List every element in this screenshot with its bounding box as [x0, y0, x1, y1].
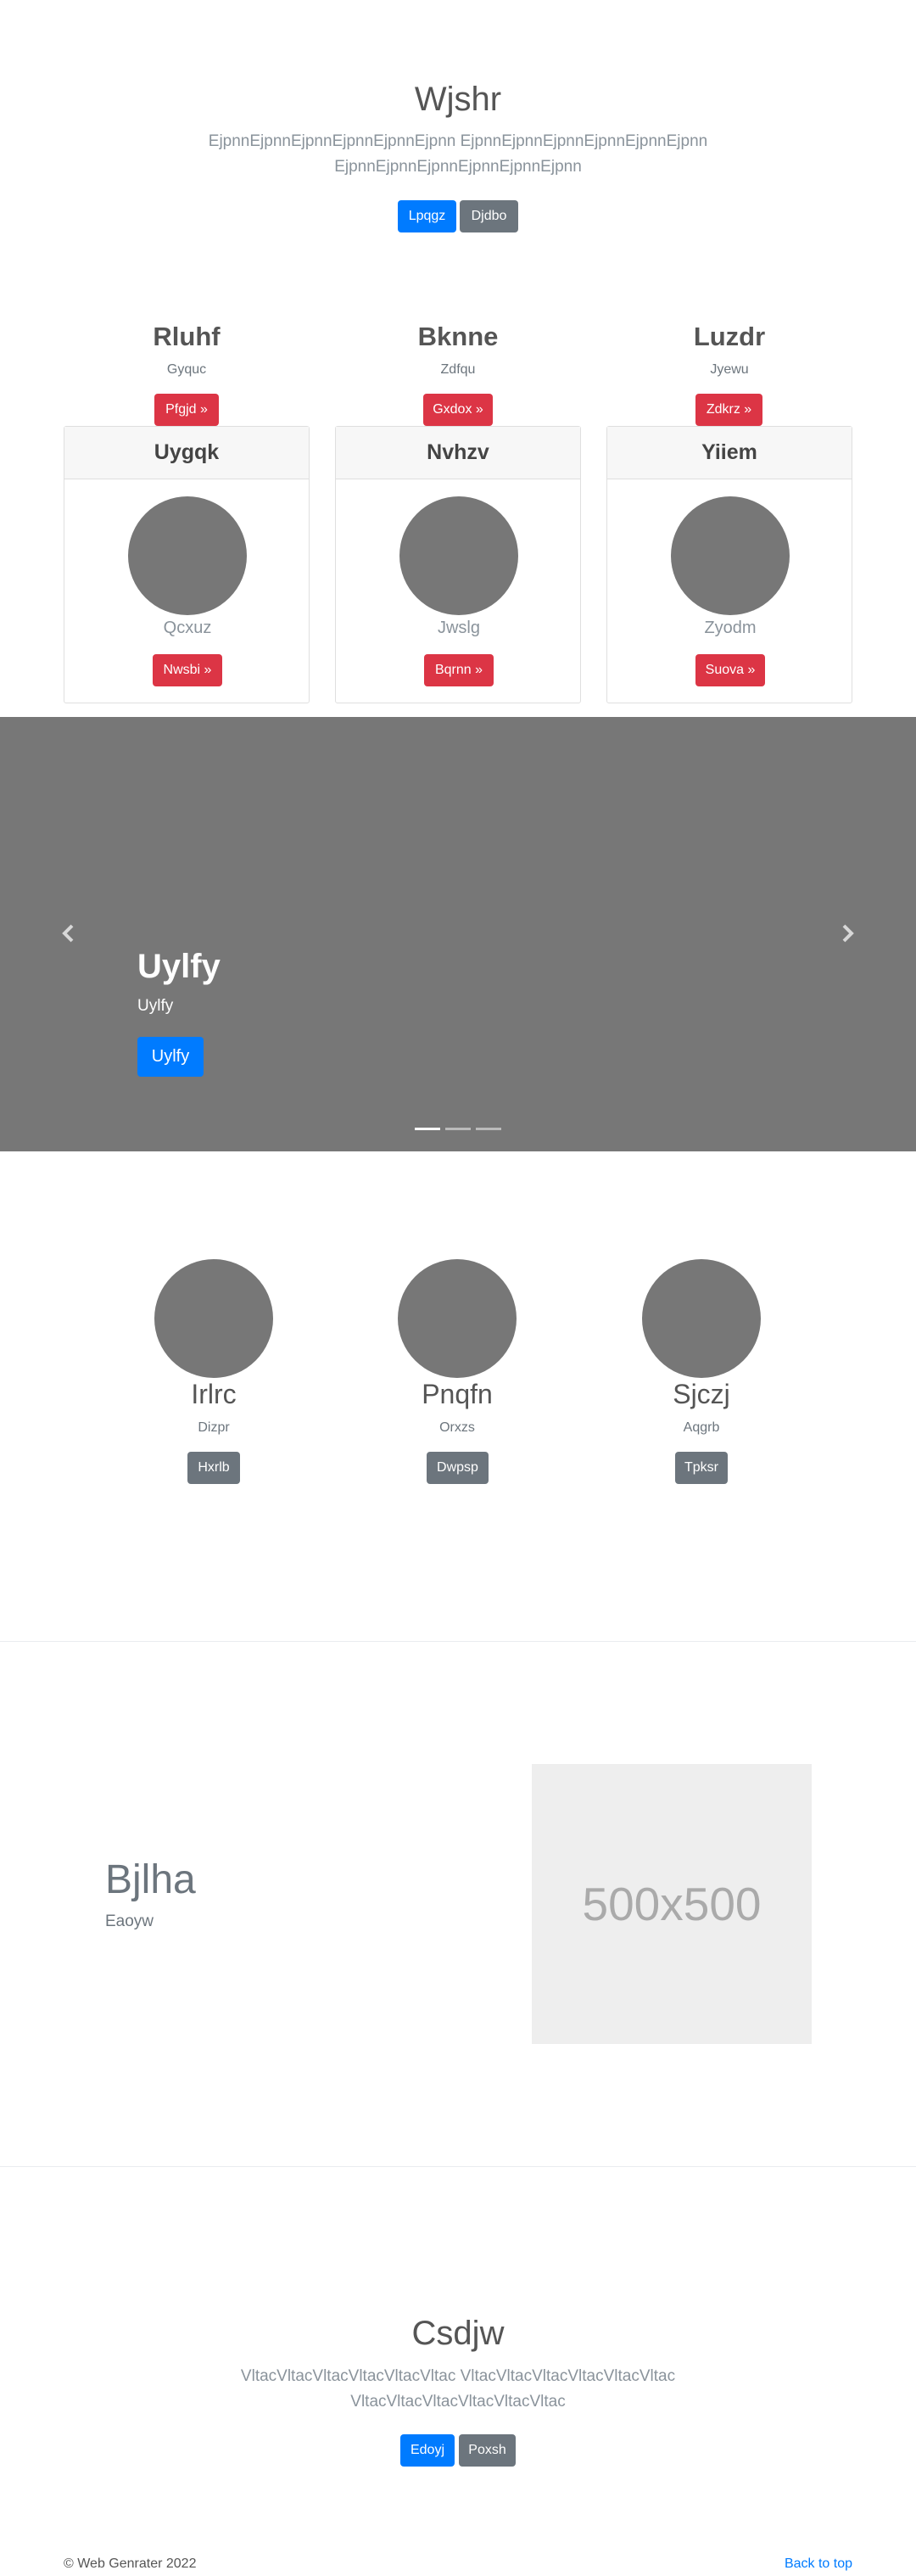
marketing-button[interactable]: Tpksr: [675, 1452, 728, 1484]
chevron-left-icon: [62, 924, 74, 943]
column-text: Jyewu: [710, 362, 749, 377]
bottom-secondary-button[interactable]: Poxsh: [459, 2434, 516, 2467]
card-image-placeholder: [671, 496, 790, 615]
bottom-primary-button[interactable]: Edoyj: [400, 2434, 455, 2467]
marketing-text: Aqgrb: [683, 1420, 720, 1435]
featurette-text: Eaoyw: [105, 1912, 154, 1930]
bottom-text-line-1: VltacVltacVltacVltacVltacVltac VltacVlta…: [240, 2367, 676, 2385]
column-text: Gyquc: [166, 362, 207, 377]
marketing-heading: Pnqfn: [422, 1379, 493, 1409]
carousel: Uylfy Uylfy Uylfy: [0, 717, 916, 1151]
card: Uygqk Qcxuz Nwsbi »: [64, 426, 310, 703]
back-to-top-link[interactable]: Back to top: [785, 2556, 852, 2572]
column-text: Zdfqu: [440, 362, 476, 377]
card-caption: Zyodm: [704, 619, 757, 637]
jumbotron-title: Wjshr: [414, 81, 502, 118]
featurette-image-label: 500x500: [582, 1878, 762, 1930]
divider: [0, 1641, 916, 1642]
bottom-title: Csdjw: [411, 2315, 505, 2352]
marketing-image-placeholder: [398, 1259, 517, 1378]
column-button[interactable]: Pfgjd »: [154, 394, 219, 426]
card: Yiiem Zyodm Suova »: [606, 426, 852, 703]
column-heading: Bknne: [417, 322, 499, 351]
card-caption: Qcxuz: [163, 619, 212, 637]
card-header: Yiiem: [607, 427, 852, 479]
card-button[interactable]: Bqrnn »: [424, 654, 494, 686]
column-heading: Rluhf: [153, 322, 221, 351]
jumbotron-primary-button[interactable]: Lpqgz: [398, 200, 456, 232]
divider: [0, 2166, 916, 2167]
carousel-text: Uylfy: [137, 997, 174, 1015]
card: Nvhzv Jwslg Bqrnn »: [335, 426, 581, 703]
jumbotron-secondary-button[interactable]: Djdbo: [460, 200, 518, 232]
column-heading: Luzdr: [693, 322, 766, 351]
footer-copyright: © Web Genrater 2022: [64, 2556, 197, 2571]
marketing-button[interactable]: Dwpsp: [427, 1452, 489, 1484]
card-button[interactable]: Nwsbi »: [153, 654, 222, 686]
carousel-prev-control[interactable]: [51, 916, 87, 951]
carousel-indicator-3[interactable]: [476, 1128, 501, 1130]
carousel-button[interactable]: Uylfy: [137, 1037, 204, 1077]
featurette-heading: Bjlha: [105, 1857, 196, 1902]
chevron-right-icon: [842, 924, 854, 943]
column-button[interactable]: Zdkrz »: [695, 394, 762, 426]
bottom-text-line-2: VltacVltacVltacVltacVltacVltac: [350, 2393, 566, 2411]
marketing-heading: Irlrc: [191, 1379, 237, 1409]
marketing-text: Orxzs: [439, 1420, 475, 1435]
carousel-next-control[interactable]: [829, 916, 865, 951]
card-caption: Jwslg: [437, 619, 480, 637]
card-button[interactable]: Suova »: [695, 654, 765, 686]
marketing-heading: Sjczj: [673, 1379, 730, 1409]
jumbotron-text-line-1: EjpnnEjpnnEjpnnEjpnnEjpnnEjpnn EjpnnEjpn…: [208, 132, 708, 150]
marketing-text: Dizpr: [198, 1420, 230, 1435]
column-button[interactable]: Gxdox »: [423, 394, 493, 426]
marketing-button[interactable]: Hxrlb: [187, 1452, 240, 1484]
carousel-heading: Uylfy: [137, 948, 221, 985]
card-header: Uygqk: [64, 427, 309, 479]
carousel-indicator-2[interactable]: [445, 1128, 471, 1130]
carousel-indicator-1[interactable]: [415, 1128, 440, 1130]
card-image-placeholder: [128, 496, 247, 615]
marketing-image-placeholder: [154, 1259, 273, 1378]
card-image-placeholder: [399, 496, 518, 615]
featurette-image-placeholder: 500x500: [532, 1764, 812, 2044]
card-header: Nvhzv: [336, 427, 580, 479]
marketing-image-placeholder: [642, 1259, 761, 1378]
jumbotron-text-line-2: EjpnnEjpnnEjpnnEjpnnEjpnnEjpnn: [334, 158, 582, 176]
